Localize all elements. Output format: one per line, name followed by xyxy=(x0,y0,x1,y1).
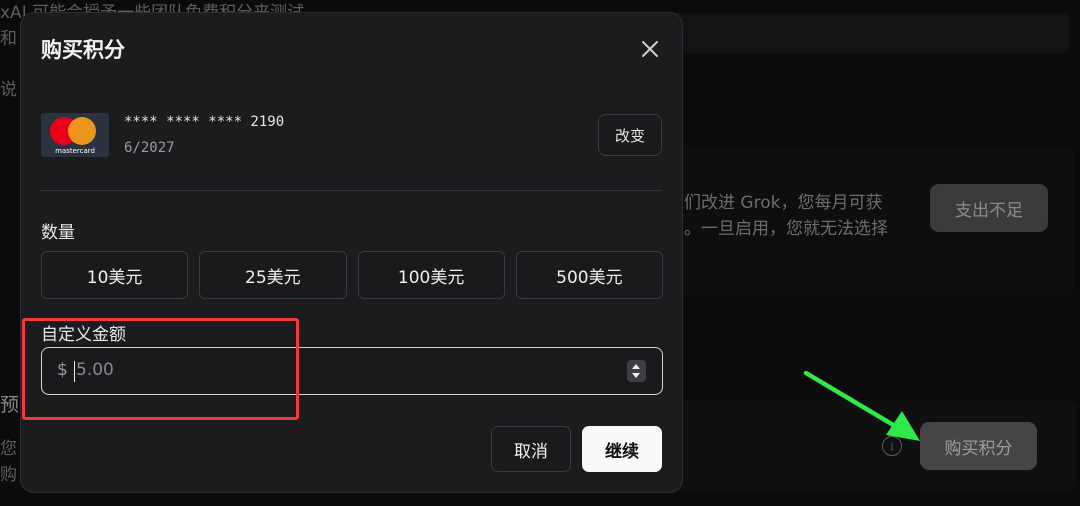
buy-credits-dialog: 购买积分 mastercard **** **** **** 2190 6/20… xyxy=(20,12,683,493)
continue-button[interactable]: 继续 xyxy=(582,426,662,472)
amount-option-500[interactable]: 500美元 xyxy=(515,251,663,299)
card-expiry: 6/2027 xyxy=(124,140,175,156)
amount-option-10[interactable]: 10美元 xyxy=(41,251,189,299)
amount-stepper-icon[interactable] xyxy=(627,360,646,382)
close-icon[interactable] xyxy=(638,37,662,61)
amount-option-25[interactable]: 25美元 xyxy=(199,251,347,299)
dialog-title: 购买积分 xyxy=(41,38,125,62)
stepper-up-icon[interactable] xyxy=(632,364,640,369)
stepper-down-icon[interactable] xyxy=(632,373,640,378)
card-brand-text: mastercard xyxy=(55,147,95,155)
cancel-button[interactable]: 取消 xyxy=(491,426,571,472)
highlight-box xyxy=(22,318,299,420)
amount-options: 10美元 25美元 100美元 500美元 xyxy=(41,251,663,299)
mastercard-logo-icon: mastercard xyxy=(41,113,109,157)
divider xyxy=(41,190,662,191)
card-number: **** **** **** 2190 xyxy=(124,114,285,130)
pointer-arrow-icon xyxy=(803,370,920,441)
quantity-label: 数量 xyxy=(41,223,75,243)
change-card-button[interactable]: 改变 xyxy=(598,114,662,156)
amount-option-100[interactable]: 100美元 xyxy=(357,251,505,299)
